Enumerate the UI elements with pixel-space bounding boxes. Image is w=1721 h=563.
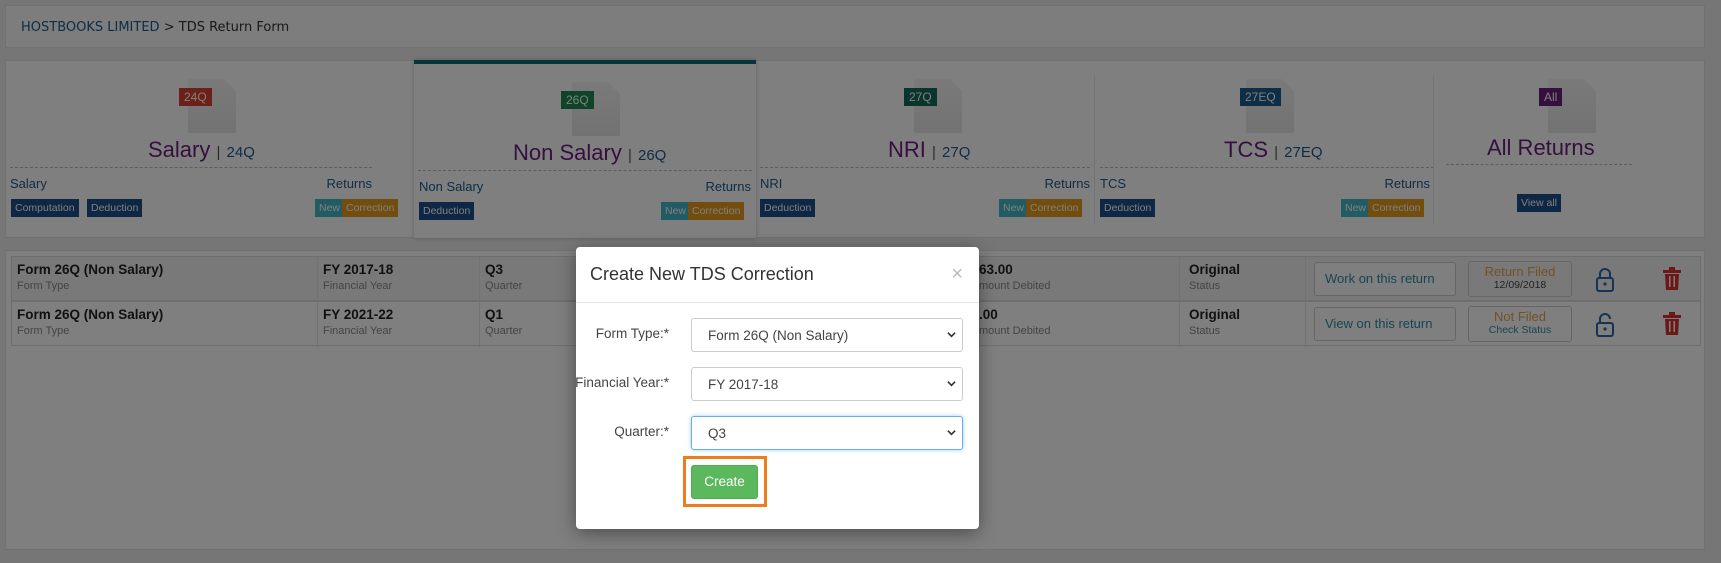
- financial-year-value: FY 2017-18: [708, 377, 779, 392]
- form-type-row: Form Type:* Form 26Q (Non Salary): [576, 318, 979, 352]
- form-type-select[interactable]: Form 26Q (Non Salary): [691, 318, 963, 352]
- financial-year-row: Financial Year:* FY 2017-18: [575, 367, 979, 401]
- quarter-value: Q3: [708, 426, 727, 441]
- modal-title: Create New TDS Correction: [590, 264, 814, 284]
- quarter-label: Quarter:*: [614, 424, 669, 439]
- chevron-down-icon: [947, 381, 956, 387]
- form-type-label: Form Type:*: [595, 326, 669, 341]
- financial-year-label: Financial Year:*: [575, 375, 669, 390]
- chevron-down-icon: [947, 332, 956, 338]
- modal-header: Create New TDS Correction ×: [576, 247, 979, 303]
- quarter-row: Quarter:* Q3: [576, 416, 979, 450]
- financial-year-select[interactable]: FY 2017-18: [691, 367, 963, 401]
- chevron-down-icon: [947, 430, 956, 436]
- create-correction-modal: Create New TDS Correction × Form Type:* …: [575, 247, 979, 529]
- form-type-value: Form 26Q (Non Salary): [708, 328, 849, 343]
- close-icon[interactable]: ×: [951, 263, 963, 286]
- create-button[interactable]: Create: [691, 465, 758, 499]
- quarter-select[interactable]: Q3: [691, 416, 963, 450]
